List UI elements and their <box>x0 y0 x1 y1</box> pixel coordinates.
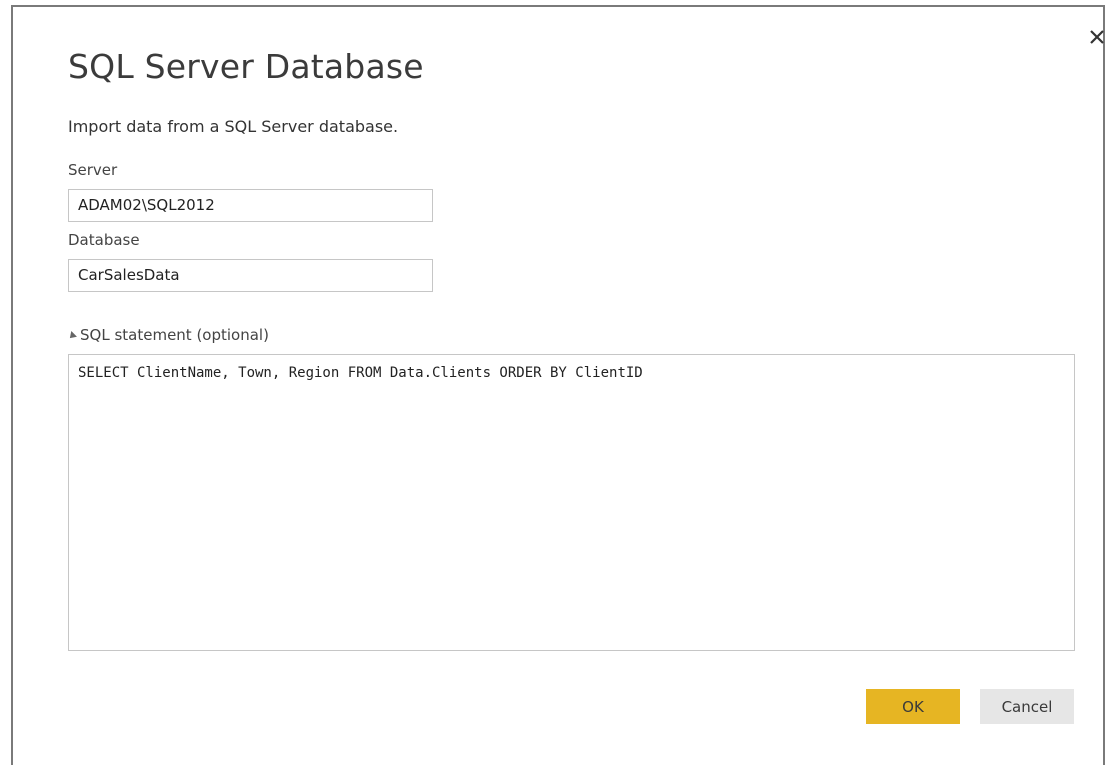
cancel-button[interactable]: Cancel <box>980 689 1074 724</box>
sql-statement-textarea[interactable]: SELECT ClientName, Town, Region FROM Dat… <box>68 354 1075 651</box>
database-label: Database <box>68 231 140 249</box>
sql-server-database-dialog: SQL Server Database Import data from a S… <box>11 5 1105 765</box>
database-input[interactable]: CarSalesData <box>68 259 433 292</box>
expanded-triangle-icon <box>67 331 77 341</box>
dialog-subtitle: Import data from a SQL Server database. <box>68 117 399 136</box>
ok-button[interactable]: OK <box>866 689 960 724</box>
sql-statement-toggle[interactable]: SQL statement (optional) <box>67 326 269 344</box>
server-input[interactable]: ADAM02\SQL2012 <box>68 189 433 222</box>
sql-statement-label: SQL statement (optional) <box>80 326 269 344</box>
dialog-title: SQL Server Database <box>68 47 424 86</box>
close-icon <box>1090 30 1104 44</box>
server-label: Server <box>68 161 118 179</box>
close-button[interactable] <box>1083 23 1111 51</box>
